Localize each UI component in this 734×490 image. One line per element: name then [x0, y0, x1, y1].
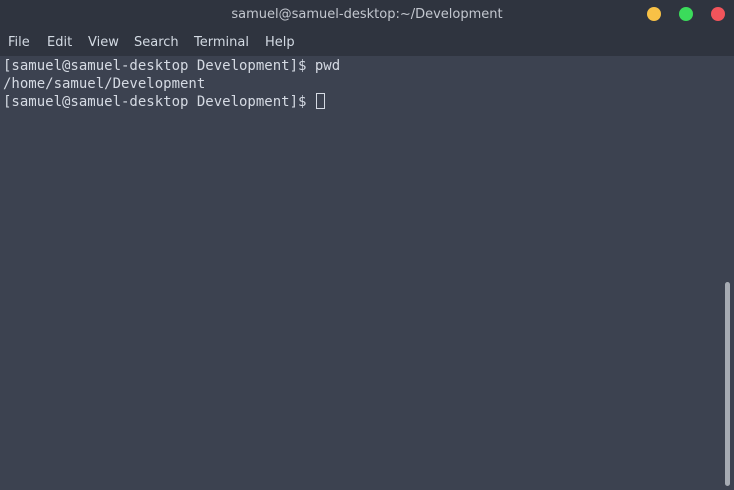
menu-bar: File Edit View Search Terminal Help — [0, 29, 734, 56]
terminal-prompt: [samuel@samuel-desktop Development]$ — [3, 94, 315, 110]
terminal-prompt-line[interactable]: [samuel@samuel-desktop Development]$ — [3, 93, 325, 111]
terminal-line: /home/samuel/Development — [3, 75, 205, 93]
minimize-button[interactable] — [647, 7, 661, 21]
menu-terminal[interactable]: Terminal — [194, 29, 249, 56]
terminal-line-text: /home/samuel/Development — [3, 76, 206, 92]
window-title: samuel@samuel-desktop:~/Development — [231, 7, 503, 22]
menu-search[interactable]: Search — [134, 29, 179, 56]
terminal-line: [samuel@samuel-desktop Development]$ pwd — [3, 57, 340, 75]
menu-view[interactable]: View — [88, 29, 119, 56]
terminal-window: samuel@samuel-desktop:~/Development File… — [0, 0, 734, 490]
scrollbar-thumb[interactable] — [725, 282, 730, 486]
menu-edit[interactable]: Edit — [47, 29, 72, 56]
scrollbar-track[interactable] — [722, 56, 734, 490]
maximize-button[interactable] — [679, 7, 693, 21]
terminal-line-text: [samuel@samuel-desktop Development]$ pwd — [3, 58, 341, 74]
text-cursor — [315, 93, 325, 109]
menu-help[interactable]: Help — [265, 29, 295, 56]
close-button[interactable] — [711, 7, 725, 21]
terminal-output[interactable]: [samuel@samuel-desktop Development]$ pwd… — [0, 56, 722, 490]
title-bar[interactable]: samuel@samuel-desktop:~/Development — [0, 0, 734, 29]
menu-file[interactable]: File — [8, 29, 30, 56]
